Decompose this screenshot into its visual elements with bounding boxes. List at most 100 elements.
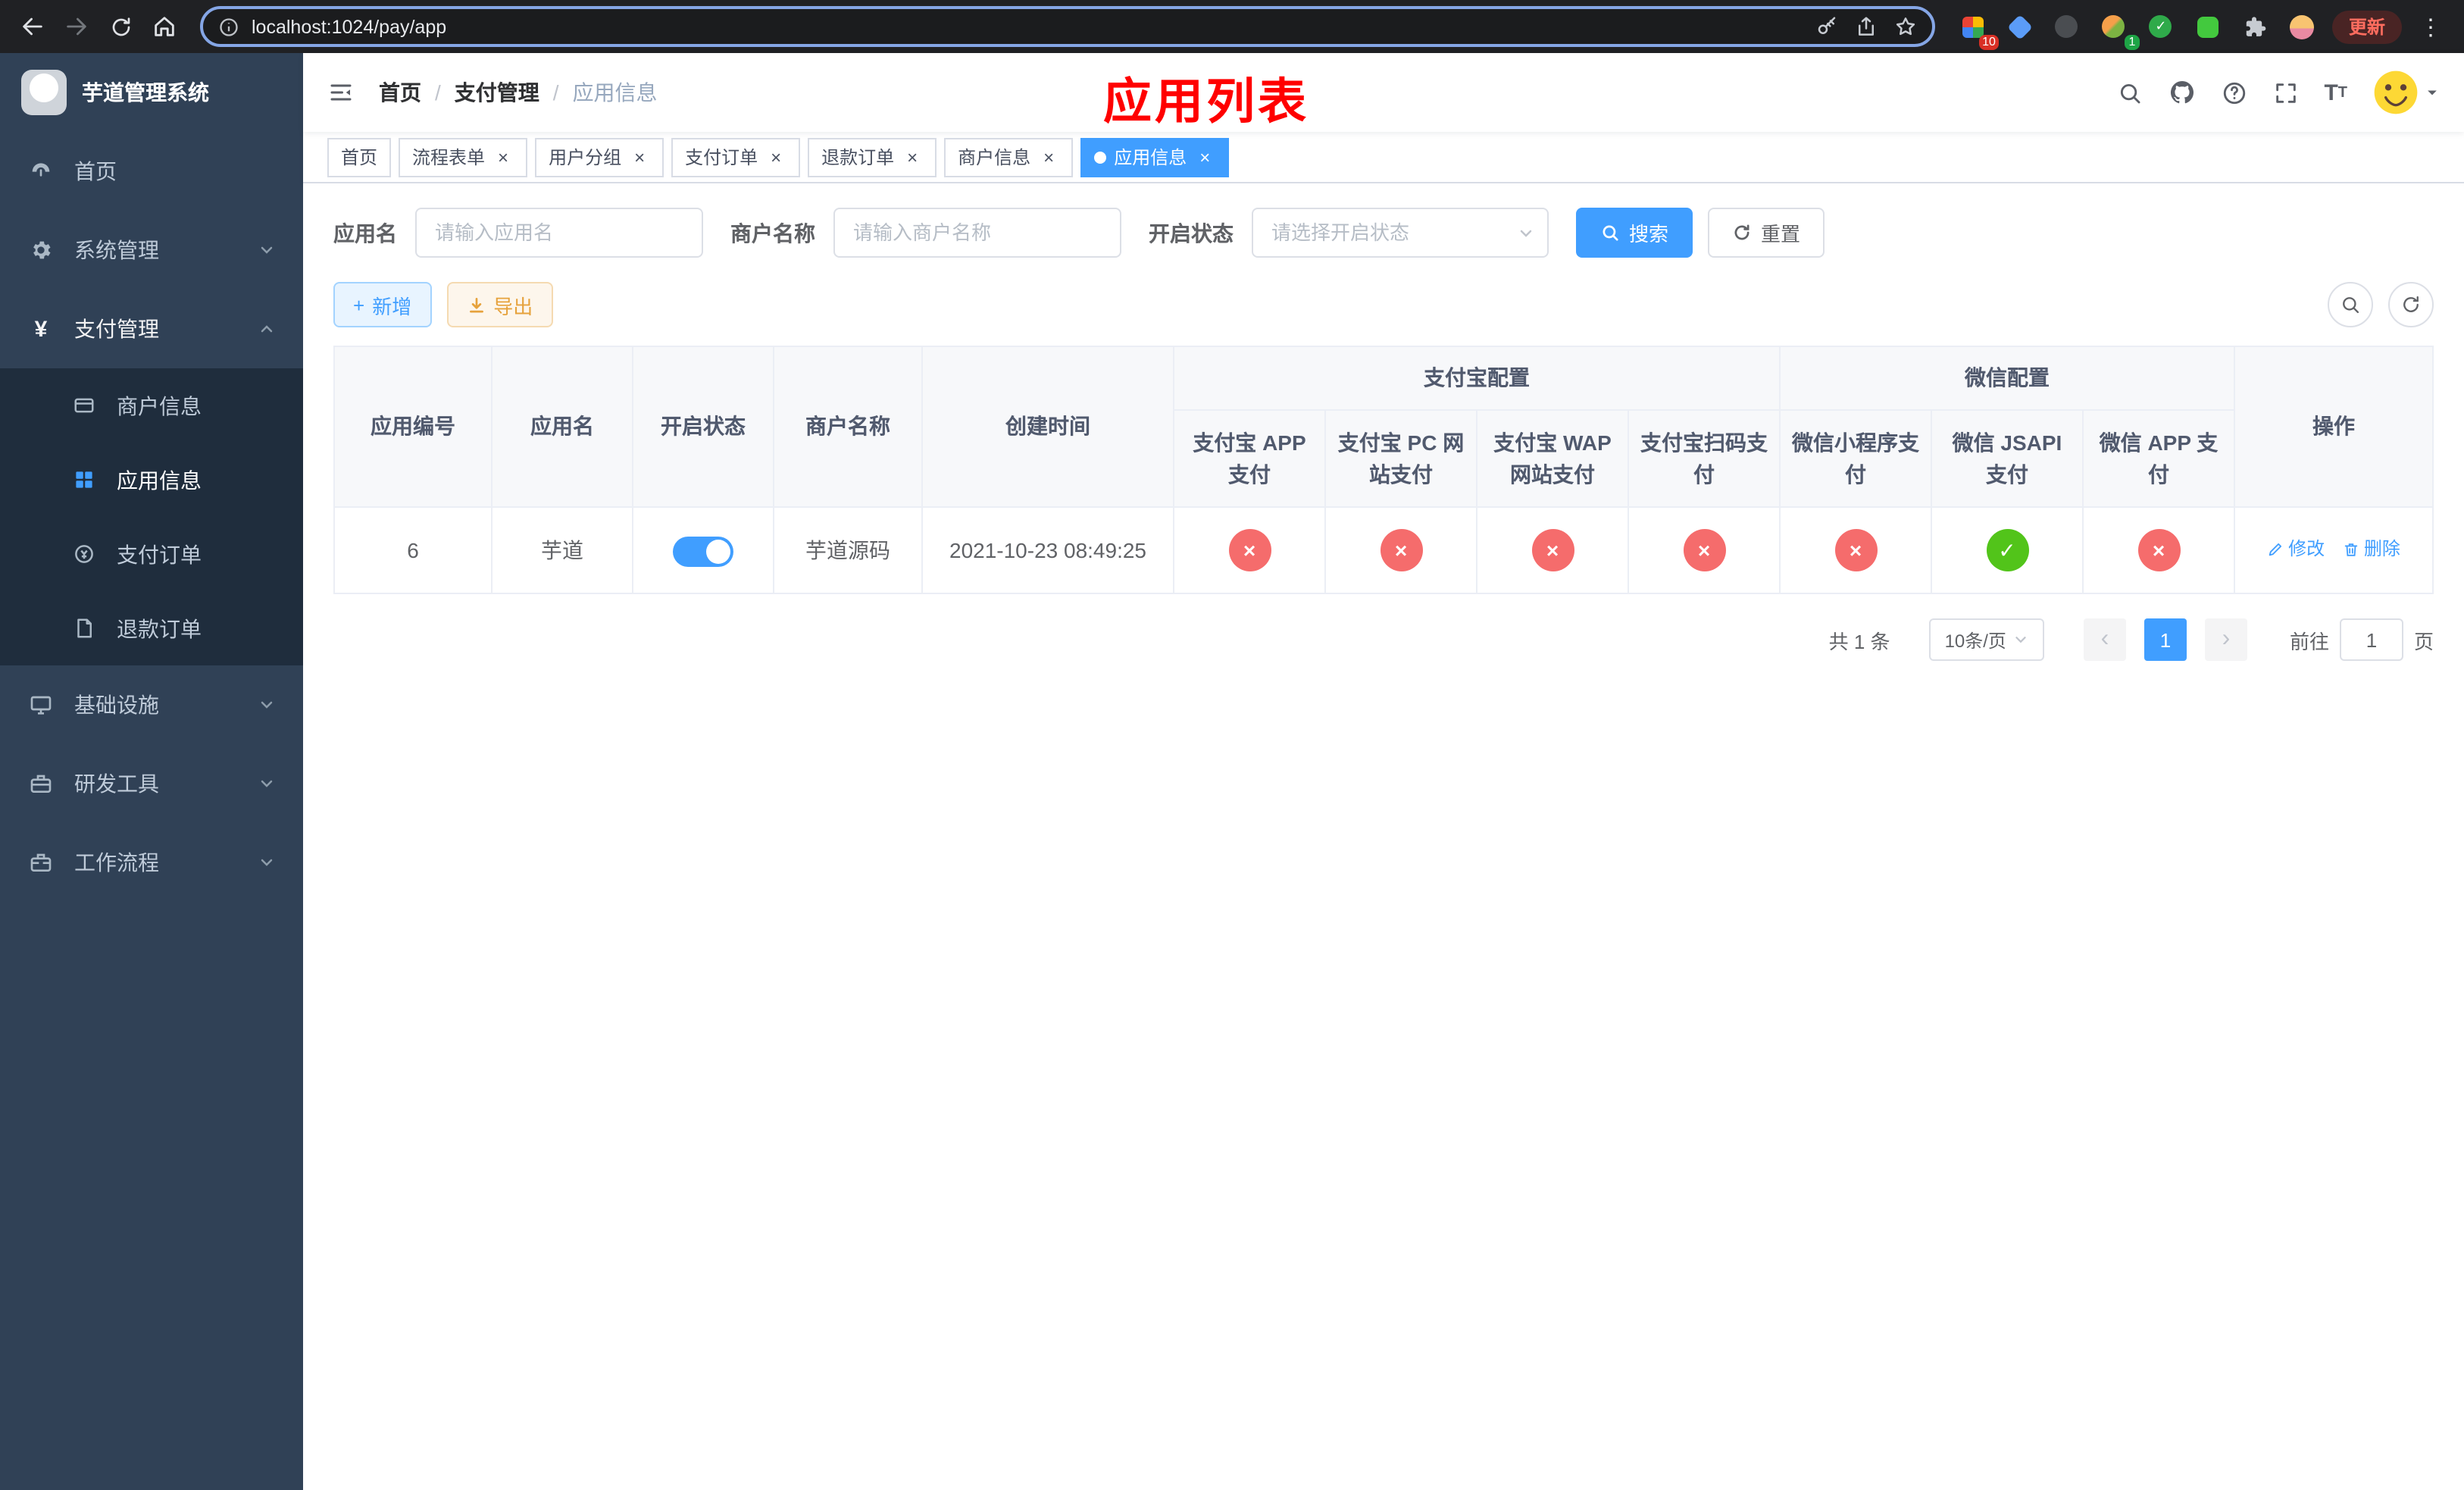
password-key-icon[interactable] bbox=[1815, 15, 1838, 38]
sidebar-item-home[interactable]: 首页 bbox=[0, 132, 303, 211]
ext-avatar-icon[interactable]: 1 bbox=[2097, 10, 2140, 49]
sidebar-collapse-button[interactable] bbox=[327, 79, 355, 106]
tag-refund-orders[interactable]: 退款订单 × bbox=[808, 137, 937, 177]
edit-icon bbox=[2269, 542, 2282, 556]
close-icon[interactable]: × bbox=[1038, 146, 1059, 167]
tag-merchant-info[interactable]: 商户信息 × bbox=[944, 137, 1074, 177]
app-table: 应用编号 应用名 开启状态 商户名称 创建时间 支付宝配置 微信配置 操作 支付… bbox=[333, 346, 2434, 594]
ext-dark-icon[interactable] bbox=[2050, 10, 2084, 43]
site-info-icon[interactable] bbox=[218, 16, 239, 37]
sidebar-menu: 首页 系统管理 ¥ 支付管理 商户信息 应用信息 支付订单 退款订单 基础设施 … bbox=[0, 132, 303, 902]
chrome-profile-avatar[interactable] bbox=[2285, 10, 2319, 43]
page-size-value: 10条/页 bbox=[1944, 630, 2006, 651]
tag-process-form[interactable]: 流程表单 × bbox=[399, 137, 528, 177]
user-avatar[interactable] bbox=[2373, 70, 2440, 115]
font-size-icon[interactable]: TT bbox=[2324, 80, 2347, 105]
ext-gem-icon[interactable] bbox=[2003, 10, 2037, 43]
column-header-wx-jsapi: 微信 JSAPI 支付 bbox=[1931, 409, 2084, 508]
briefcase-icon bbox=[27, 850, 55, 875]
chrome-update-button[interactable]: 更新 bbox=[2331, 10, 2402, 43]
sidebar-item-label: 支付管理 bbox=[74, 317, 159, 341]
search-form: 应用名 商户名称 开启状态 bbox=[333, 208, 2434, 258]
page-number-1[interactable]: 1 bbox=[2143, 618, 2187, 661]
next-page-button[interactable]: › bbox=[2204, 618, 2247, 661]
sidebar-item-infrastructure[interactable]: 基础设施 bbox=[0, 665, 303, 744]
sidebar-item-app-info[interactable]: 应用信息 bbox=[0, 443, 303, 517]
fullscreen-icon[interactable] bbox=[2272, 80, 2298, 105]
export-button[interactable]: 导出 bbox=[446, 282, 553, 327]
sidebar-item-payment[interactable]: ¥ 支付管理 bbox=[0, 290, 303, 368]
sidebar-item-merchant-info[interactable]: 商户信息 bbox=[0, 368, 303, 443]
prev-page-button[interactable]: ‹ bbox=[2083, 618, 2126, 661]
pagination: 共 1 条 10条/页 ‹ 1 › 前往 页 bbox=[333, 618, 2434, 661]
edit-link[interactable]: 修改 bbox=[2267, 535, 2325, 562]
ext-check-icon[interactable]: ✓ bbox=[2144, 10, 2178, 43]
reset-button[interactable]: 重置 bbox=[1708, 208, 1825, 258]
close-icon[interactable]: × bbox=[902, 146, 923, 167]
browser-reload-button[interactable] bbox=[100, 6, 141, 47]
sidebar-item-refund-orders[interactable]: 退款订单 bbox=[0, 591, 303, 665]
alipay-pc-status-icon: × bbox=[1380, 529, 1422, 571]
refresh-icon bbox=[1734, 224, 1750, 240]
sidebar-item-dev-tools[interactable]: 研发工具 bbox=[0, 744, 303, 823]
close-icon[interactable]: × bbox=[492, 146, 514, 167]
top-navbar: 首页 / 支付管理 / 应用信息 T T bbox=[303, 53, 2464, 132]
share-icon[interactable] bbox=[1855, 15, 1878, 38]
browser-back-button[interactable] bbox=[12, 6, 53, 47]
main-panel: 应用列表 首页 / 支付管理 / 应用信息 T T 首页 流程表单 × 用户分组… bbox=[303, 53, 2464, 1490]
monitor-icon bbox=[27, 693, 55, 717]
table-row: 6 芋道 芋道源码 2021-10-23 08:49:25 × × × × × bbox=[333, 506, 2434, 594]
sidebar-item-label: 研发工具 bbox=[74, 772, 159, 796]
search-button[interactable]: 搜索 bbox=[1576, 208, 1693, 258]
chevron-down-icon bbox=[1517, 224, 1535, 242]
app-name-input[interactable] bbox=[415, 208, 703, 258]
sidebar-item-label: 工作流程 bbox=[74, 850, 159, 875]
merchant-name-input[interactable] bbox=[833, 208, 1121, 258]
app-logo[interactable]: 芋道管理系统 bbox=[0, 53, 303, 132]
cell-app-name: 芋道 bbox=[491, 506, 633, 594]
status-select-input[interactable] bbox=[1252, 208, 1549, 258]
goto-page-input[interactable] bbox=[2339, 618, 2403, 661]
chevron-down-icon bbox=[258, 696, 276, 714]
column-header-app-name: 应用名 bbox=[491, 346, 633, 508]
sidebar-item-pay-orders[interactable]: 支付订单 bbox=[0, 517, 303, 591]
breadcrumb-home[interactable]: 首页 bbox=[379, 77, 421, 108]
trash-icon bbox=[2344, 543, 2358, 556]
close-icon[interactable]: × bbox=[629, 146, 650, 167]
github-icon[interactable] bbox=[2168, 79, 2195, 106]
chrome-menu-button[interactable]: ⋮ bbox=[2416, 13, 2446, 40]
browser-forward-button[interactable] bbox=[56, 6, 97, 47]
refresh-table-button[interactable] bbox=[2388, 282, 2434, 327]
tag-app-info[interactable]: 应用信息 × bbox=[1080, 137, 1230, 177]
close-icon[interactable]: × bbox=[1194, 146, 1215, 167]
total-count: 共 1 条 bbox=[1828, 630, 1890, 653]
sidebar-item-label: 支付订单 bbox=[117, 542, 202, 566]
browser-home-button[interactable] bbox=[144, 6, 185, 47]
add-button[interactable]: + 新增 bbox=[333, 282, 432, 327]
sidebar-item-workflow[interactable]: 工作流程 bbox=[0, 823, 303, 902]
tag-home[interactable]: 首页 bbox=[327, 137, 392, 177]
toggle-search-button[interactable] bbox=[2328, 282, 2373, 327]
extensions-puzzle-icon[interactable] bbox=[2238, 10, 2272, 43]
ext-avatar-badge: 1 bbox=[2124, 34, 2140, 49]
ext-grid-icon[interactable]: 10 bbox=[1956, 10, 1999, 49]
breadcrumb-payment[interactable]: 支付管理 bbox=[455, 77, 539, 108]
page-size-select[interactable]: 10条/页 bbox=[1929, 618, 2044, 661]
address-bar[interactable]: localhost:1024/pay/app bbox=[200, 6, 1935, 47]
bookmark-star-icon[interactable] bbox=[1894, 15, 1917, 38]
help-icon[interactable] bbox=[2221, 80, 2247, 105]
yen-icon: ¥ bbox=[34, 316, 48, 342]
status-toggle[interactable] bbox=[673, 536, 733, 567]
column-header-merchant: 商户名称 bbox=[773, 346, 923, 508]
group-header-alipay: 支付宝配置 bbox=[1173, 346, 1781, 411]
delete-link[interactable]: 删除 bbox=[2343, 535, 2400, 562]
ext-chat-icon[interactable] bbox=[2191, 10, 2225, 43]
search-icon[interactable] bbox=[2116, 80, 2142, 105]
tag-user-group[interactable]: 用户分组 × bbox=[535, 137, 664, 177]
grid-icon bbox=[70, 468, 97, 491]
tag-pay-orders[interactable]: 支付订单 × bbox=[671, 137, 801, 177]
sidebar-item-system[interactable]: 系统管理 bbox=[0, 211, 303, 290]
close-icon[interactable]: × bbox=[765, 146, 786, 167]
alipay-qr-status-icon: × bbox=[1683, 529, 1725, 571]
status-select[interactable] bbox=[1252, 208, 1549, 258]
